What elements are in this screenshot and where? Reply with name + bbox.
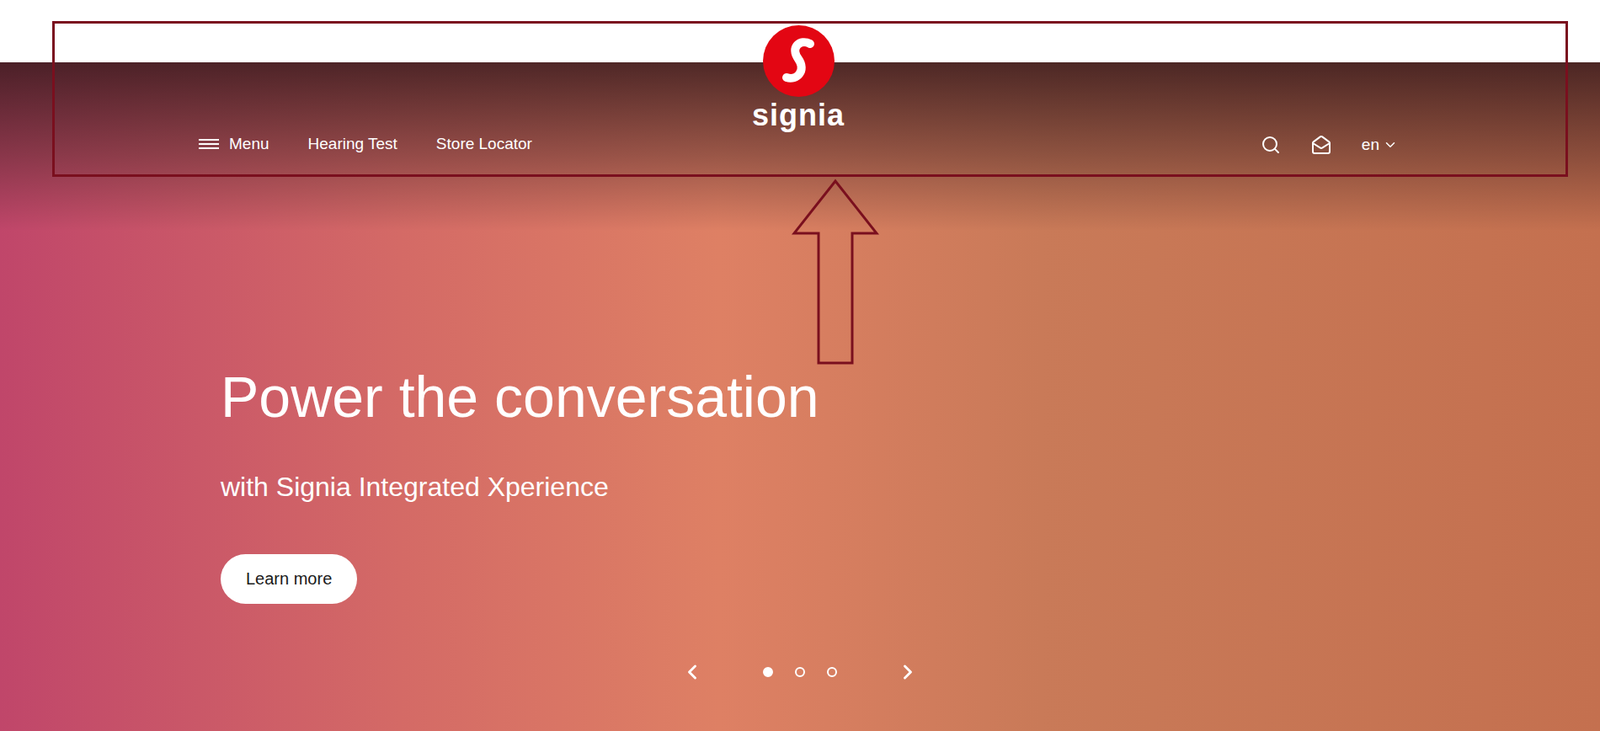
search-icon[interactable] [1260, 134, 1281, 155]
annotation-box [52, 21, 1568, 177]
chevron-left-icon[interactable] [680, 660, 704, 684]
nav-link[interactable]: Store Locator [436, 134, 533, 154]
chevron-down-icon[interactable] [1382, 137, 1398, 153]
hero-title: Power the conversation [220, 365, 1600, 429]
signia-logo[interactable]: signia [752, 25, 845, 133]
logo-mark-icon[interactable] [762, 25, 835, 97]
menu-button[interactable]: Menu [198, 134, 270, 154]
nav-link[interactable]: Hearing Test [308, 134, 398, 154]
annotation-arrow-icon [791, 178, 880, 366]
mail-icon[interactable] [1311, 134, 1332, 155]
next-button[interactable] [896, 660, 920, 684]
carousel-dot[interactable] [762, 666, 774, 678]
page: Power the conversation with Signia Integr… [0, 0, 1600, 731]
logo-wordmark[interactable]: signia [752, 98, 845, 133]
carousel-dot[interactable] [794, 666, 806, 678]
hero-subtitle: with Signia Integrated Xperience [220, 469, 1600, 504]
site-header: Menu Hearing Test Store Locator signia en [0, 0, 1600, 155]
language-selector[interactable]: en [1361, 135, 1398, 155]
carousel-dots [762, 666, 838, 678]
header-tools: en [1260, 134, 1398, 155]
carousel-controls [0, 660, 1600, 684]
previous-button[interactable] [680, 660, 704, 684]
chevron-right-icon[interactable] [896, 660, 920, 684]
hamburger-icon[interactable] [198, 137, 219, 151]
hero: Power the conversation with Signia Integr… [0, 62, 1600, 731]
learn-more-button[interactable]: Learn more [220, 554, 358, 604]
carousel-dot[interactable] [826, 666, 838, 678]
main-nav: Menu Hearing Test Store Locator [198, 134, 752, 154]
